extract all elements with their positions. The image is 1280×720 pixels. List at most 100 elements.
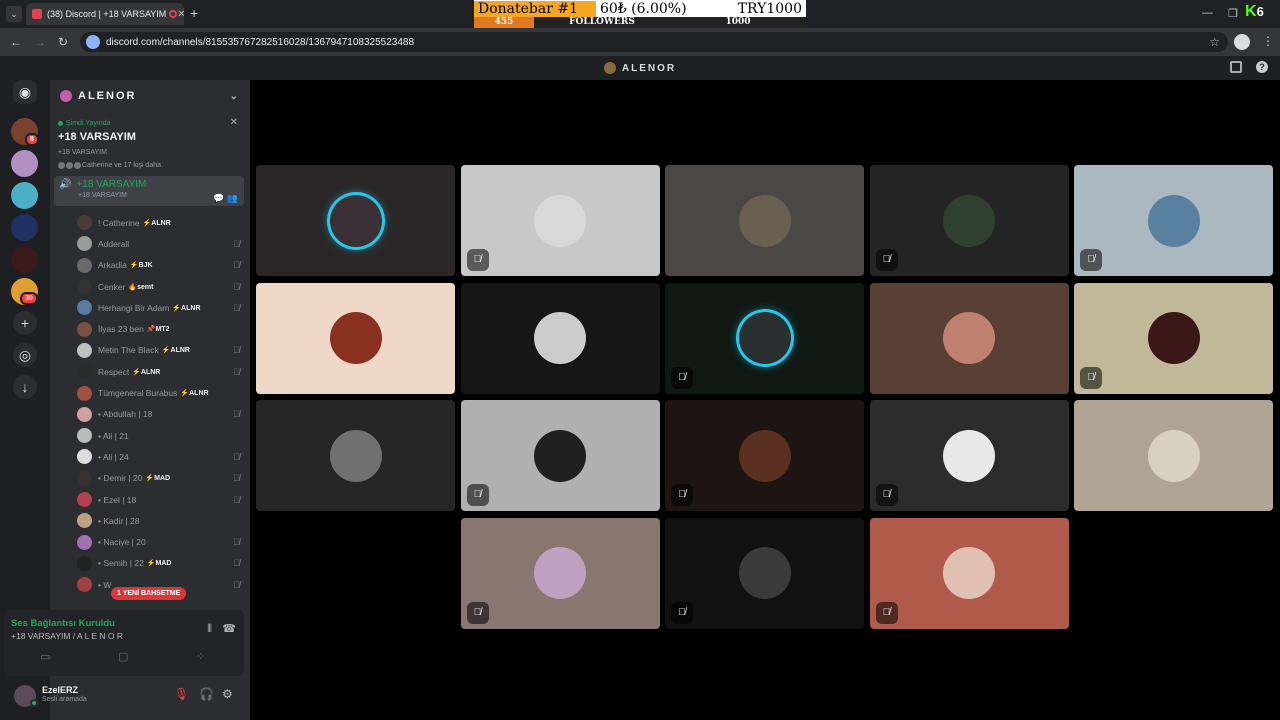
discord-home-icon[interactable]: ◉ xyxy=(13,80,37,104)
avatar xyxy=(77,215,92,231)
voice-member[interactable]: Tümgeneral Burabus ⚡ALNR xyxy=(50,382,250,403)
participant-tile[interactable]: 🎙̸ xyxy=(665,282,864,394)
voice-member[interactable]: • Ali | 24 🎙̸ xyxy=(50,446,250,467)
mic-muted-icon: 🎙̸ xyxy=(671,366,693,389)
bookmark-star-icon[interactable]: ☆ xyxy=(1209,35,1220,49)
discover-icon[interactable]: ◎ xyxy=(13,343,37,367)
donatebar-label: Donatebar #1 xyxy=(474,0,596,17)
add-server-icon[interactable]: + xyxy=(13,311,37,335)
voice-member[interactable]: • Demir | 20 ⚡MAD 🎙̸ xyxy=(50,468,250,489)
voice-member[interactable]: ! Catherine ⚡ALNR xyxy=(50,212,250,233)
noise-suppression-icon[interactable]: ⦀ xyxy=(207,623,212,636)
avatar xyxy=(77,236,92,252)
server-icon-alenor[interactable] xyxy=(11,182,38,209)
mic-muted-icon: 🎙̸ xyxy=(233,409,240,420)
address-bar[interactable]: discord.com/channels/815535767282516028/… xyxy=(80,32,1228,52)
member-name: • Ali | 24 xyxy=(98,451,129,462)
avatar xyxy=(77,449,92,465)
settings-gear-icon[interactable]: ⚙ xyxy=(222,687,233,701)
live-stream-card[interactable]: Şimdi Yayında +18 VARSAYIM +18 VARSAYIM … xyxy=(54,116,246,173)
avatar xyxy=(77,257,92,273)
kick-overlay: K6 xyxy=(1245,3,1264,21)
voice-member[interactable]: • Abdullah | 18 🎙̸ xyxy=(50,404,250,425)
voice-member[interactable]: Herhangi Bir Adam ⚡ALNR 🎙̸ xyxy=(50,297,250,318)
avatar xyxy=(77,577,92,593)
voice-member[interactable]: Metin The Black ⚡ALNR 🎙̸ xyxy=(50,340,250,361)
kick-count: 6 xyxy=(1256,4,1264,19)
participant-tile[interactable]: 🎙̸ xyxy=(1074,165,1273,276)
participant-tile[interactable]: 🎙̸ xyxy=(460,400,660,511)
new-tab-button[interactable]: + xyxy=(190,5,198,21)
participant-tile[interactable] xyxy=(256,165,455,276)
browser-menu-icon[interactable]: ⋮ xyxy=(1262,34,1274,48)
voice-member[interactable]: • Ezel | 18 🎙̸ xyxy=(50,489,250,510)
chevron-down-icon[interactable]: ⌄ xyxy=(230,91,240,102)
participant-tile[interactable]: 🎙̸ xyxy=(869,517,1069,629)
forward-icon[interactable]: → xyxy=(34,35,46,49)
voice-member[interactable]: • Naciye | 20 🎙̸ xyxy=(50,531,250,552)
tab-search-button[interactable]: ⌄ xyxy=(6,6,22,22)
voice-member[interactable]: • Ali | 21 xyxy=(50,425,250,446)
mic-muted-icon: 🎙̸ xyxy=(671,484,693,506)
participant-tile[interactable]: 🎙̸ xyxy=(869,400,1069,511)
participant-tile[interactable]: 🎙̸ xyxy=(460,517,660,629)
restore-icon[interactable]: ❐ xyxy=(1228,7,1238,20)
close-icon[interactable]: ✕ xyxy=(230,117,238,128)
screen-share-icon[interactable]: ▢ xyxy=(118,650,128,663)
new-mention-pill[interactable]: 1 YENİ BAHSETME xyxy=(111,587,187,600)
mic-muted-icon: 🎙̸ xyxy=(233,494,240,505)
participant-tile[interactable]: 🎙̸ xyxy=(460,165,660,276)
voice-member[interactable]: Respect ⚡ALNR 🎙̸ xyxy=(50,361,250,382)
server-logo-icon xyxy=(603,62,616,74)
voice-member[interactable]: İlyas 23 ben 📌MT2 xyxy=(50,318,250,339)
member-name: • Abdullah | 18 xyxy=(98,409,153,420)
participant-tile[interactable] xyxy=(665,165,864,276)
avatar xyxy=(77,385,92,401)
reload-icon[interactable]: ↻ xyxy=(58,35,68,49)
voice-member[interactable]: Arkadia ⚡BJK 🎙̸ xyxy=(50,255,250,276)
activities-icon[interactable]: ⁘ xyxy=(196,650,205,663)
mic-muted-icon: 🎙̸ xyxy=(233,260,240,271)
voice-member[interactable]: Cenker 🔥semt 🎙̸ xyxy=(50,276,250,297)
participant-tile[interactable] xyxy=(256,400,455,511)
avatar xyxy=(77,279,92,295)
participant-tile[interactable]: 🎙̸ xyxy=(665,517,864,629)
participant-tile[interactable] xyxy=(256,282,455,394)
guild-header[interactable]: ALENOR ⌄ xyxy=(50,80,250,112)
headphones-icon[interactable]: 🎧 xyxy=(199,687,214,701)
back-icon[interactable]: ← xyxy=(10,35,22,49)
watchers-text: Catherine ve 17 kişi daha xyxy=(82,162,161,169)
participant-tile[interactable] xyxy=(869,282,1069,394)
user-name: EzelERZ xyxy=(42,685,79,695)
voice-member[interactable]: • Kadir | 28 xyxy=(50,510,250,531)
server-icon-5[interactable] xyxy=(11,246,38,273)
server-icon-2[interactable] xyxy=(11,150,38,177)
browser-tab[interactable]: (38) Discord | +18 VARSAYIM ✕ xyxy=(26,3,184,25)
profile-icon[interactable] xyxy=(1234,34,1250,50)
disconnect-icon[interactable]: ☎ xyxy=(222,622,236,635)
mic-muted-icon[interactable]: 🎙 xyxy=(174,687,189,701)
close-tab-icon[interactable]: ✕ xyxy=(177,9,184,20)
camera-off-icon[interactable]: ▭ xyxy=(40,650,50,663)
download-icon[interactable]: ↓ xyxy=(13,375,37,399)
site-info-icon[interactable] xyxy=(86,35,100,49)
guild-name: ALENOR xyxy=(78,90,137,102)
participant-tile[interactable]: 🎙̸ xyxy=(869,165,1069,276)
mic-muted-icon: 🎙̸ xyxy=(233,238,240,249)
chat-icon[interactable]: 💬 👥 xyxy=(213,193,238,204)
member-name: • Demir | 20 xyxy=(98,473,143,484)
help-icon[interactable]: ? xyxy=(1256,61,1268,73)
participant-tile[interactable]: 🎙̸ xyxy=(1074,282,1273,394)
participant-tile[interactable] xyxy=(1074,400,1273,511)
server-icon-4[interactable] xyxy=(11,214,38,241)
participant-tile[interactable] xyxy=(460,282,660,394)
rtc-channel[interactable]: +18 VARSAYIM / A L E N O R xyxy=(11,631,123,641)
rtc-status[interactable]: Ses Bağlantısı Kuruldu xyxy=(11,618,115,629)
inbox-icon[interactable] xyxy=(1230,61,1242,73)
voice-member[interactable]: Adderall 🎙̸ xyxy=(50,233,250,254)
minimize-icon[interactable]: — xyxy=(1202,7,1213,19)
voice-member[interactable]: • Semih | 22 ⚡MAD 🎙̸ xyxy=(50,553,250,574)
live-watchers: Catherine ve 17 kişi daha xyxy=(58,162,242,169)
participant-tile[interactable]: 🎙̸ xyxy=(665,400,864,511)
member-tag: 📌MT2 xyxy=(146,326,170,334)
